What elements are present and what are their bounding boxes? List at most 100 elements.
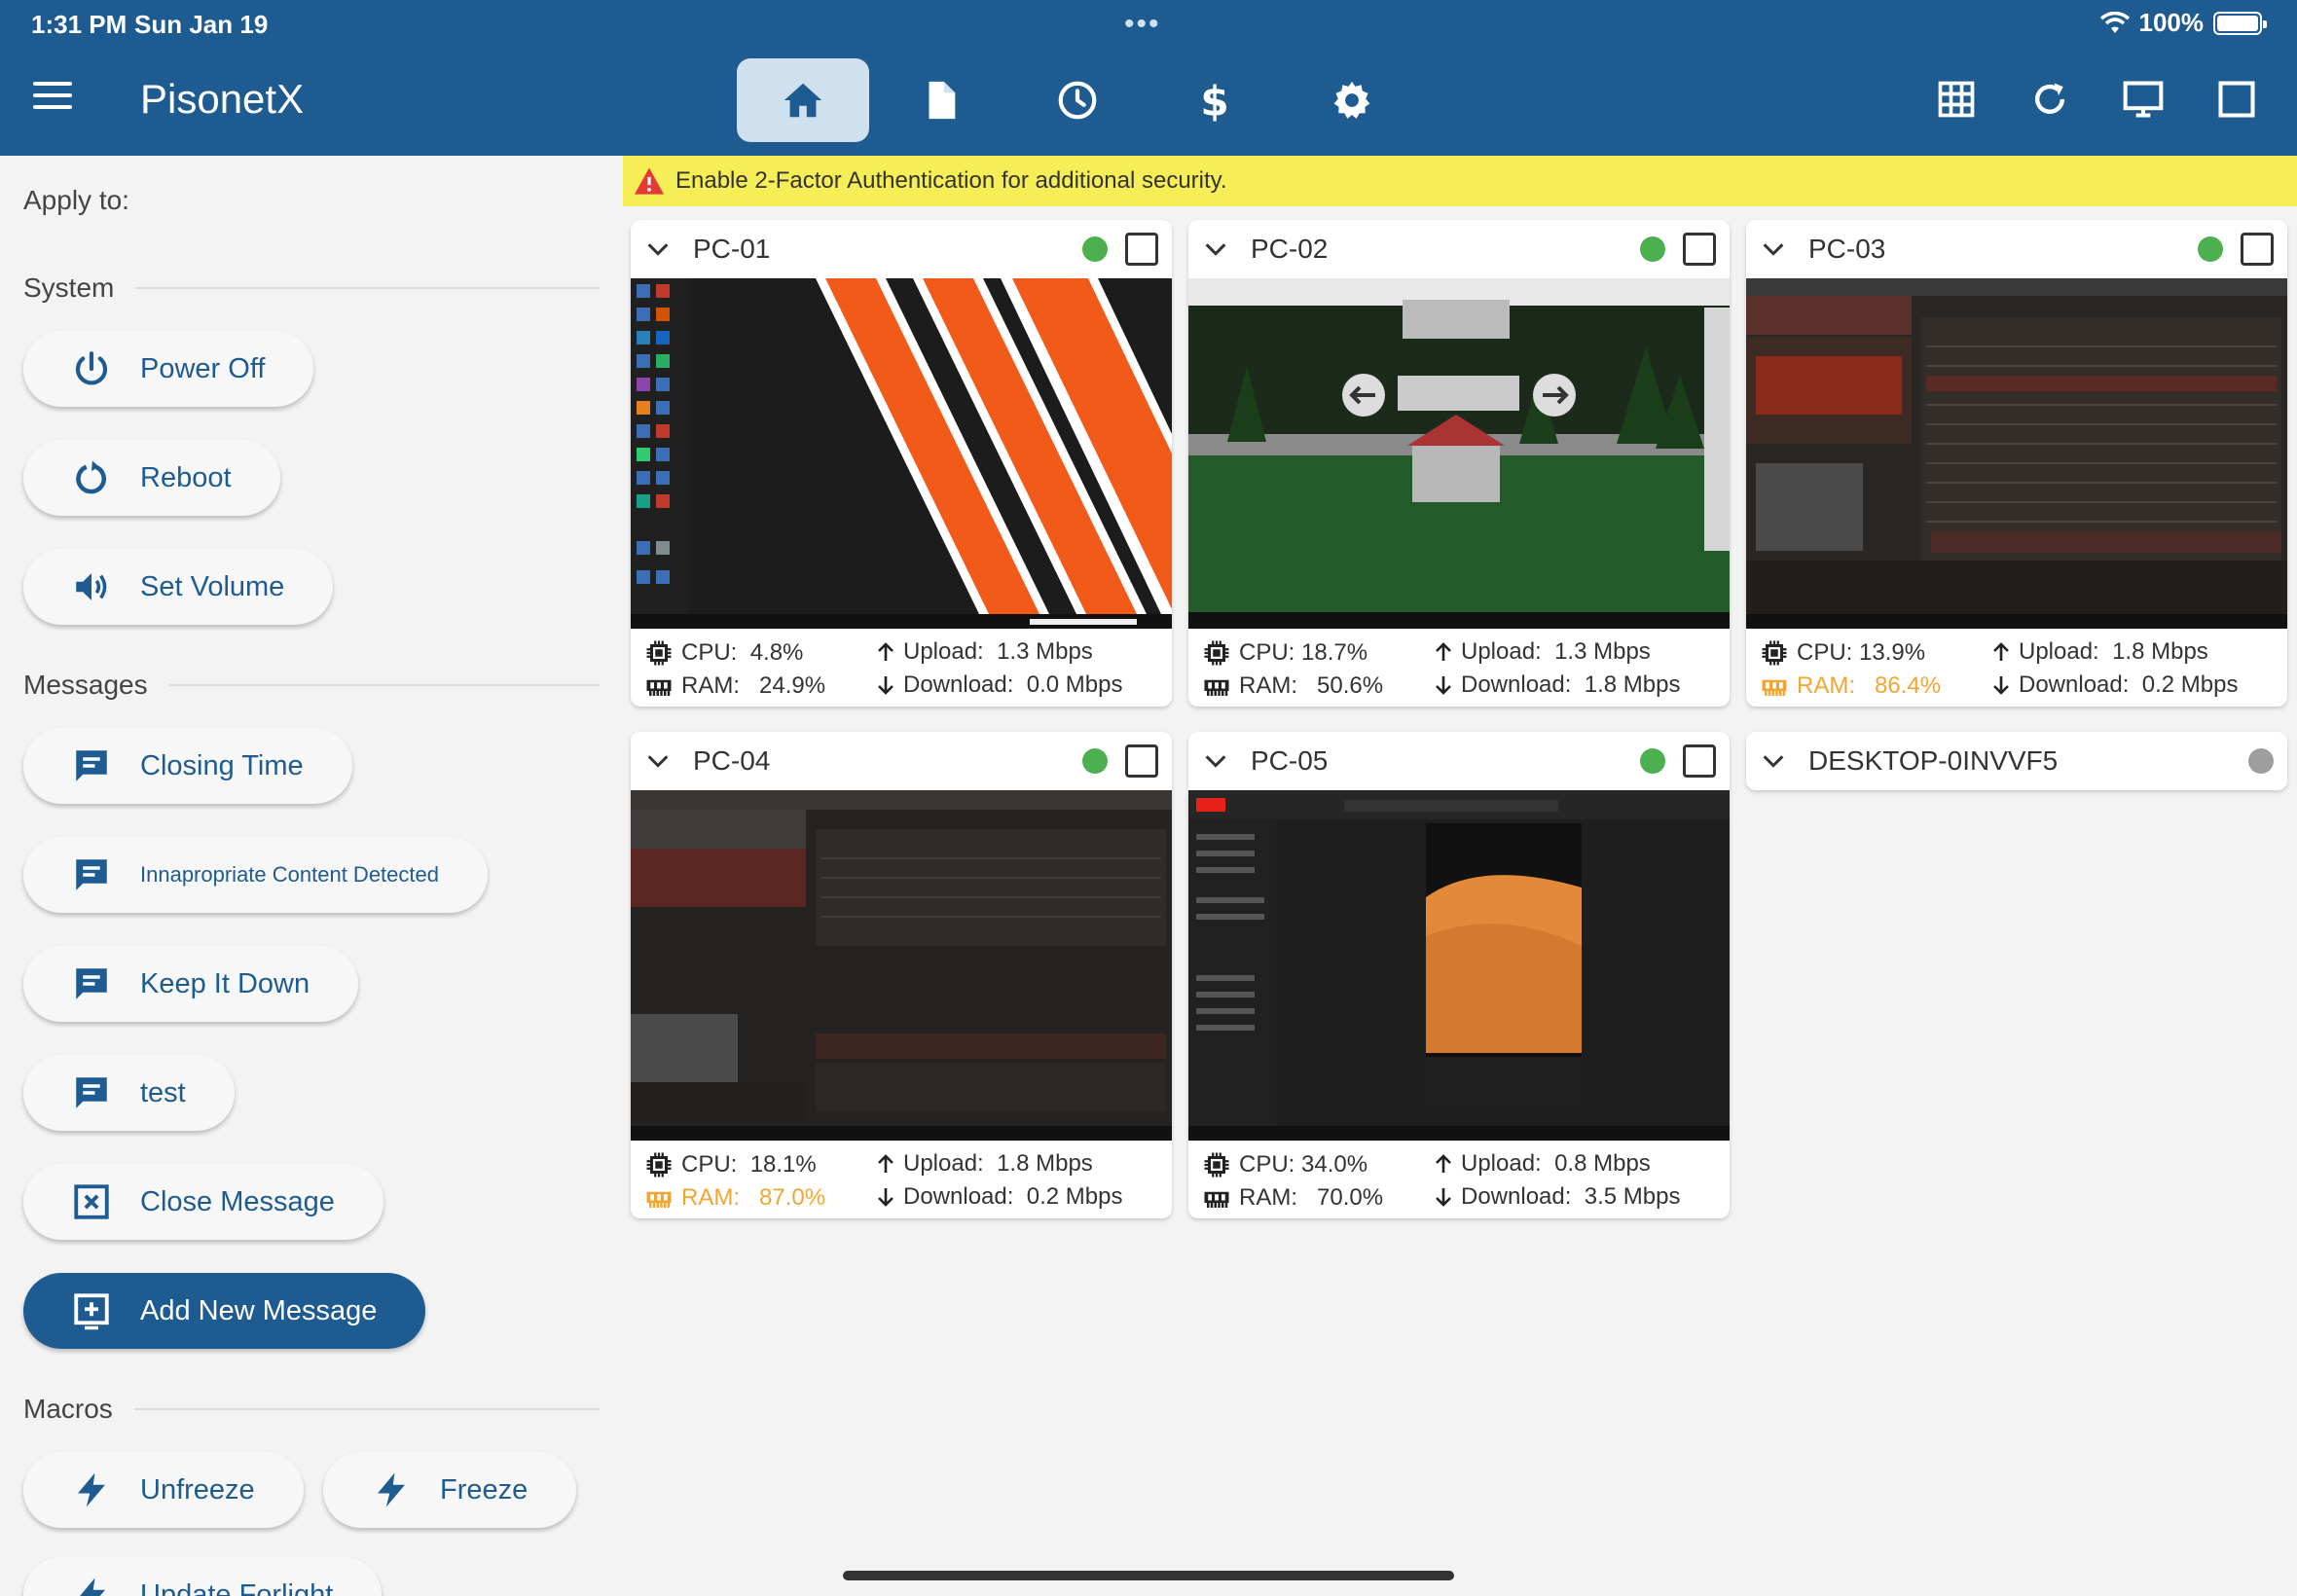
pc-card-header: PC-01 [631,220,1172,278]
tab-home[interactable] [737,58,869,142]
message-label: Innapropriate Content Detected [140,862,439,887]
pc-screen-thumbnail[interactable] [1188,790,1730,1141]
download-label: Download: [1461,671,1572,698]
arrow-down-icon [1993,676,2009,695]
status-time: 1:31 PM [31,10,128,39]
svg-text:$: $ [1200,78,1228,123]
battery-percent: 100% [2138,8,2205,37]
message-test-button[interactable]: test [23,1055,235,1131]
status-dot [1640,748,1665,774]
upload-stat: Upload: 1.8 Mbps [1989,638,2208,666]
pc-card[interactable]: PC-02 CPU: 18.7% RAM: 50.6% Upload: 1.3 … [1188,220,1730,707]
tab-history[interactable] [1011,58,1144,142]
pc-name: DESKTOP-0INVVF5 [1808,745,2059,776]
set-volume-button[interactable]: Set Volume [23,549,334,625]
game-lobby-screenshot [631,790,1172,1141]
message-inappropriate-content-button[interactable]: Innapropriate Content Detected [23,837,488,913]
tab-settings[interactable] [1286,58,1418,142]
upload-stat: Upload: 1.3 Mbps [1432,638,1651,666]
ram-stat: RAM: 70.0% [1202,1183,1383,1213]
add-new-message-button[interactable]: Add New Message [23,1273,426,1349]
tab-billing[interactable]: $ [1148,58,1281,142]
chevron-down-icon[interactable] [1202,747,1229,775]
pc-checkbox[interactable] [1125,744,1158,778]
ram-value: 87.0% [759,1184,826,1211]
message-icon [76,1077,107,1108]
chevron-down-icon[interactable] [1202,236,1229,263]
download-value: 1.8 Mbps [1584,671,1681,698]
cpu-value: 18.7% [1301,639,1368,666]
battery-icon [2213,11,2267,35]
chevron-down-icon[interactable] [1760,747,1787,775]
warning-icon [635,167,664,195]
pc-card[interactable]: PC-03 CPU: 13.9% RAM: 86.4% Upload: 1.8 … [1746,220,2287,707]
refresh-icon[interactable] [2028,78,2071,121]
pc-screen-thumbnail[interactable] [631,790,1172,1141]
pc-card-header: DESKTOP-0INVVF5 [1746,732,2287,790]
bolt-icon [78,1472,105,1507]
cpu-stat: CPU: 18.7% [1202,638,1367,668]
app-header: 1:31 PM Sun Jan 19 ••• 100% PisonetX $ [0,0,2297,156]
cpu-label: CPU: [681,1151,738,1178]
monitor-icon[interactable] [2122,78,2165,121]
download-value: 3.5 Mbps [1584,1183,1681,1210]
message-keep-it-down-button[interactable]: Keep It Down [23,946,359,1022]
chevron-down-icon[interactable] [1760,236,1787,263]
tab-documents[interactable] [874,58,1006,142]
pc-card[interactable]: DESKTOP-0INVVF5 [1746,732,2287,790]
pc-card[interactable]: PC-04 CPU: 18.1% RAM: 87.0% Upload: 1.8 … [631,732,1172,1218]
download-label: Download: [903,1183,1014,1210]
cpu-stat: CPU: 4.8% [644,638,803,668]
status-dot [1082,236,1108,262]
status-right: 100% [2099,8,2267,38]
multitask-dots[interactable]: ••• [1124,8,1161,41]
close-message-button[interactable]: Close Message [23,1164,383,1240]
square-icon[interactable] [2215,78,2258,121]
reboot-button[interactable]: Reboot [23,440,280,516]
download-value: 0.2 Mbps [2141,671,2239,698]
pc-checkbox[interactable] [1683,233,1716,266]
pc-screen-thumbnail[interactable] [1746,278,2287,629]
ram-value: 86.4% [1875,672,1942,699]
message-closing-time-button[interactable]: Closing Time [23,728,352,804]
chevron-down-icon[interactable] [644,236,672,263]
status-dot [2248,748,2274,774]
arrow-up-icon [1436,1154,1451,1173]
menu-icon[interactable] [33,82,72,111]
pc-card-header: PC-05 [1188,732,1730,790]
download-stat: Download: 0.2 Mbps [1989,671,2238,699]
message-icon [76,859,107,890]
ram-stat: RAM: 87.0% [644,1183,825,1213]
pc-card[interactable]: PC-05 CPU: 34.0% RAM: 70.0% Upload: 0.8 … [1188,732,1730,1218]
power-off-button[interactable]: Power Off [23,331,314,407]
download-stat: Download: 3.5 Mbps [1432,1183,1680,1211]
chevron-down-icon[interactable] [644,747,672,775]
status-dot [1640,236,1665,262]
freeze-button[interactable]: Freeze [323,1452,577,1528]
ram-value: 70.0% [1317,1184,1384,1211]
pc-checkbox[interactable] [1683,744,1716,778]
pc-checkbox[interactable] [1125,233,1158,266]
gear-icon [1333,81,1370,119]
home-indicator[interactable] [843,1571,1454,1580]
video-site-screenshot [1188,790,1730,1141]
upload-value: 1.3 Mbps [1554,638,1651,665]
update-forlight-button[interactable]: Update Forlight [23,1557,383,1596]
security-warning-banner[interactable]: Enable 2-Factor Authentication for addit… [623,156,2297,206]
ram-value: 24.9% [759,672,826,699]
pc-name: PC-05 [1251,745,1329,776]
status-dot [1082,748,1108,774]
arrow-up-icon [1436,642,1451,661]
apply-to-label: Apply to: [23,185,129,215]
message-icon [76,750,107,781]
grid-icon[interactable] [1935,78,1978,121]
pc-checkbox[interactable] [2241,233,2274,266]
pc-card-header: PC-03 [1746,220,2287,278]
ram-stat: RAM: 24.9% [644,671,825,701]
unfreeze-button[interactable]: Unfreeze [23,1452,304,1528]
add-box-icon [74,1293,109,1330]
section-macros: Macros [23,1394,600,1425]
pc-card[interactable]: PC-01 CPU: 4.8% RAM: 24.9% Upload: 1.3 M… [631,220,1172,707]
pc-screen-thumbnail[interactable] [631,278,1172,629]
pc-screen-thumbnail[interactable] [1188,278,1730,629]
